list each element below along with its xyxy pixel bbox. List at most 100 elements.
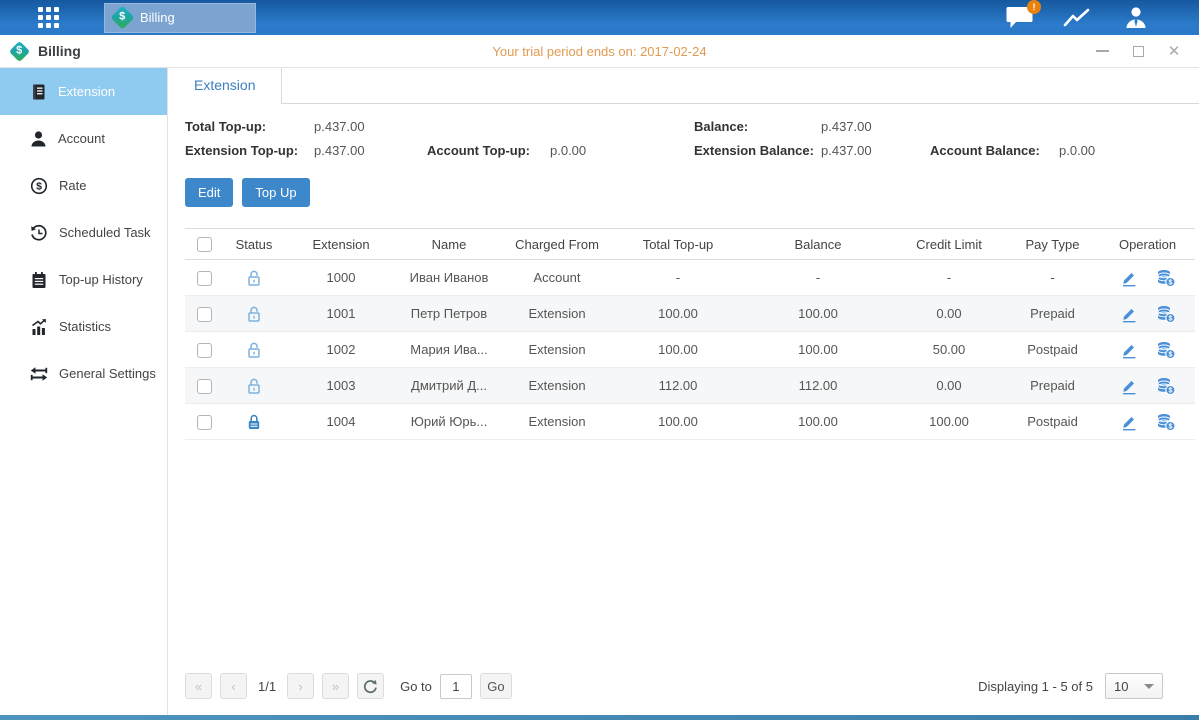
taskbar: $ Billing ! xyxy=(0,0,1199,35)
sidebar-item-label: Account xyxy=(58,131,105,146)
total-topup-value: p.437.00 xyxy=(314,119,427,134)
cell-balance: 100.00 xyxy=(743,404,893,440)
column-header-extension: Extension xyxy=(285,229,397,260)
unlocked-icon xyxy=(246,341,262,359)
top-up-icon[interactable]: $ xyxy=(1156,413,1176,431)
cell-charged-from: Extension xyxy=(501,296,613,332)
cell-total-topup: 100.00 xyxy=(613,404,743,440)
row-checkbox[interactable] xyxy=(197,271,212,286)
extension-icon xyxy=(30,83,47,101)
cell-credit-limit: - xyxy=(893,260,1005,296)
goto-page-input[interactable] xyxy=(440,674,472,699)
cell-balance: 112.00 xyxy=(743,368,893,404)
cell-pay-type: Postpaid xyxy=(1005,332,1100,368)
last-page-button[interactable]: » xyxy=(322,673,349,699)
go-button[interactable]: Go xyxy=(480,673,512,699)
edit-button[interactable]: Edit xyxy=(185,178,233,207)
cell-total-topup: - xyxy=(613,260,743,296)
column-header-credit-limit: Credit Limit xyxy=(893,229,1005,260)
row-checkbox[interactable] xyxy=(197,415,212,430)
sidebar-item-scheduled-task[interactable]: Scheduled Task xyxy=(0,209,167,256)
refresh-button[interactable] xyxy=(357,673,384,699)
cell-charged-from: Extension xyxy=(501,332,613,368)
user-account-icon[interactable] xyxy=(1123,6,1149,30)
maximize-button[interactable] xyxy=(1131,44,1145,58)
sidebar: Extension Account $ Rate Scheduled Task xyxy=(0,68,168,715)
sidebar-item-extension[interactable]: Extension xyxy=(0,68,167,115)
sidebar-item-general-settings[interactable]: General Settings xyxy=(0,350,167,397)
row-checkbox[interactable] xyxy=(197,343,212,358)
row-checkbox[interactable] xyxy=(197,379,212,394)
edit-icon[interactable] xyxy=(1120,305,1138,323)
sidebar-item-rate[interactable]: $ Rate xyxy=(0,162,167,209)
taskbar-tab-label: Billing xyxy=(140,10,175,25)
main-content: Extension Total Top-up: p.437.00 Balance… xyxy=(168,68,1199,715)
notifications-chat-icon[interactable]: ! xyxy=(1006,6,1033,29)
reports-chart-icon[interactable] xyxy=(1063,6,1093,30)
column-header-status: Status xyxy=(223,229,285,260)
edit-icon[interactable] xyxy=(1120,413,1138,431)
table-row: 1000 Иван Иванов Account - - - - $ xyxy=(185,260,1195,296)
top-up-button[interactable]: Top Up xyxy=(242,178,309,207)
first-page-button[interactable]: « xyxy=(185,673,212,699)
topup-history-icon xyxy=(30,271,48,289)
cell-charged-from: Extension xyxy=(501,368,613,404)
sidebar-item-label: Extension xyxy=(58,84,115,99)
select-all-checkbox[interactable] xyxy=(197,237,212,252)
top-up-icon[interactable]: $ xyxy=(1156,305,1176,323)
svg-text:$: $ xyxy=(1168,279,1172,286)
rate-icon: $ xyxy=(30,177,48,195)
taskbar-tab-billing[interactable]: $ Billing xyxy=(104,3,256,33)
top-up-icon[interactable]: $ xyxy=(1156,377,1176,395)
unlocked-icon xyxy=(246,305,262,323)
goto-label: Go to xyxy=(400,679,432,694)
close-button[interactable]: ✕ xyxy=(1167,44,1181,58)
toolbar: Edit Top Up xyxy=(185,178,1199,207)
top-up-icon[interactable]: $ xyxy=(1156,341,1176,359)
cell-extension: 1003 xyxy=(285,368,397,404)
edit-icon[interactable] xyxy=(1120,341,1138,359)
account-balance-value: p.0.00 xyxy=(1059,143,1185,158)
svg-text:$: $ xyxy=(36,180,42,192)
top-up-icon[interactable]: $ xyxy=(1156,269,1176,287)
cell-extension: 1004 xyxy=(285,404,397,440)
cell-name: Петр Петров xyxy=(397,296,501,332)
sidebar-item-label: Rate xyxy=(59,178,86,193)
cell-total-topup: 100.00 xyxy=(613,332,743,368)
svg-text:$: $ xyxy=(1168,423,1172,430)
page-size-select[interactable]: 10 xyxy=(1105,673,1163,699)
edit-icon[interactable] xyxy=(1120,269,1138,287)
extension-balance-label: Extension Balance: xyxy=(694,143,821,158)
account-balance-label: Account Balance: xyxy=(930,143,1059,158)
next-page-button[interactable]: › xyxy=(287,673,314,699)
app-grid-icon[interactable] xyxy=(38,7,59,28)
column-header-operation: Operation xyxy=(1100,229,1195,260)
general-settings-icon xyxy=(30,365,48,383)
column-header-balance: Balance xyxy=(743,229,893,260)
edit-icon[interactable] xyxy=(1120,377,1138,395)
minimize-button[interactable] xyxy=(1095,44,1109,58)
row-checkbox[interactable] xyxy=(197,307,212,322)
sidebar-item-topup-history[interactable]: Top-up History xyxy=(0,256,167,303)
previous-page-button[interactable]: ‹ xyxy=(220,673,247,699)
cell-extension: 1000 xyxy=(285,260,397,296)
table-row: 1004 Юрий Юрь... Extension 100.00 100.00… xyxy=(185,404,1195,440)
cell-credit-limit: 50.00 xyxy=(893,332,1005,368)
sidebar-item-account[interactable]: Account xyxy=(0,115,167,162)
tab-extension[interactable]: Extension xyxy=(168,68,282,104)
locked-icon xyxy=(246,413,262,431)
sidebar-item-label: Statistics xyxy=(59,319,111,334)
cell-charged-from: Extension xyxy=(501,404,613,440)
trial-notice: Your trial period ends on: 2017-02-24 xyxy=(0,44,1199,59)
sidebar-item-label: Scheduled Task xyxy=(59,225,151,240)
window-titlebar: $ Billing Your trial period ends on: 201… xyxy=(0,35,1199,68)
extension-topup-label: Extension Top-up: xyxy=(185,143,314,158)
sidebar-item-label: Top-up History xyxy=(59,272,143,287)
cell-pay-type: Prepaid xyxy=(1005,296,1100,332)
chevron-down-icon xyxy=(1144,684,1154,689)
table-header-row: Status Extension Name Charged From Total… xyxy=(185,229,1195,260)
sidebar-item-statistics[interactable]: Statistics xyxy=(0,303,167,350)
billing-summary: Total Top-up: p.437.00 Balance: p.437.00… xyxy=(185,119,1185,158)
svg-text:$: $ xyxy=(1168,315,1172,322)
displaying-text: Displaying 1 - 5 of 5 xyxy=(978,679,1093,694)
